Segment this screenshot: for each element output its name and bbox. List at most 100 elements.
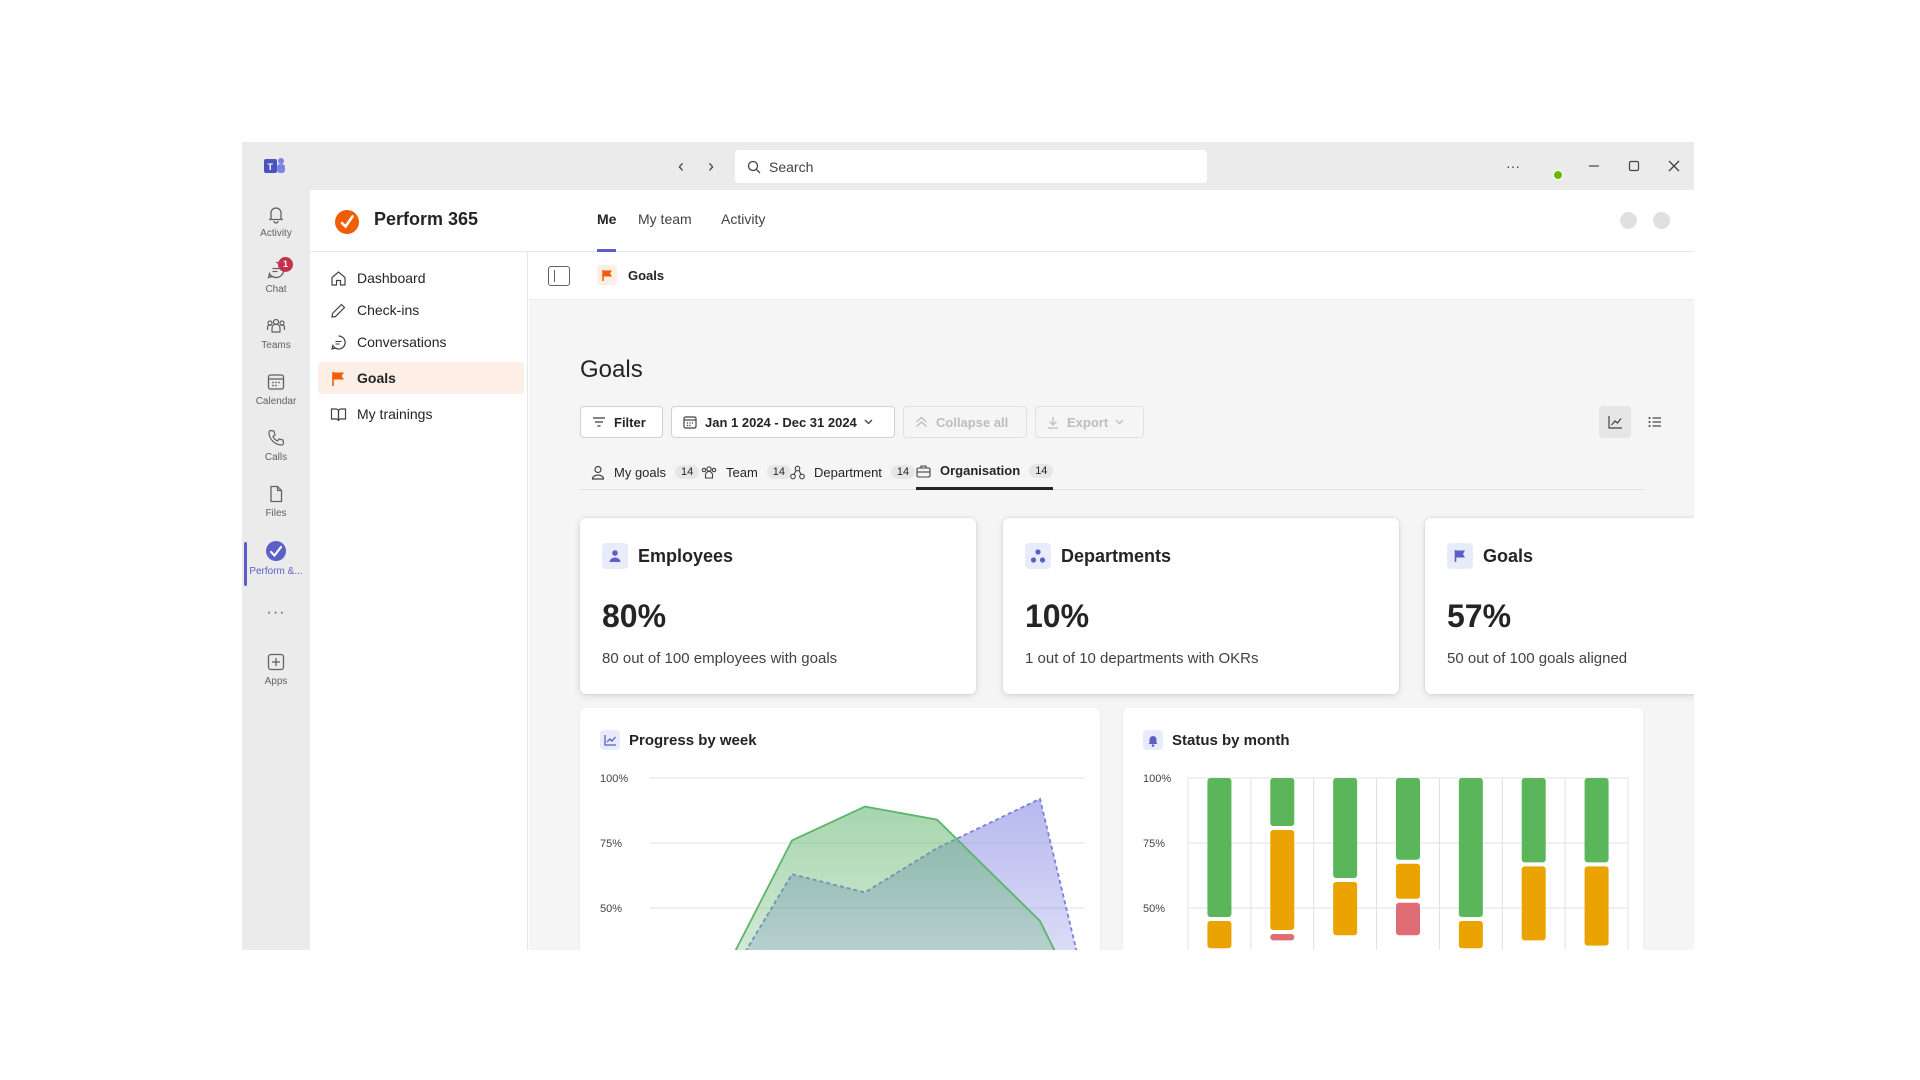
bar-segment [1396,863,1420,899]
progress-area-chart: 100% 75% 50% [600,773,1085,950]
nav-item-check-ins[interactable]: Check-ins [318,294,524,326]
rail-item-perform[interactable]: Perform &... [242,540,310,594]
card-value: 10% [1025,598,1090,634]
flag-icon [597,265,617,285]
collapse-all-button[interactable]: Collapse all [903,406,1027,438]
y-tick-label: 50% [600,903,622,915]
date-range-picker[interactable]: Jan 1 2024 - Dec 31 2024 [671,406,895,438]
toggle-panel-icon[interactable] [548,266,570,286]
title-bar: T ‹ › Search ··· [242,142,1694,190]
presence-status-dot [1553,170,1563,180]
team-icon [701,466,717,479]
tab-me[interactable]: Me [597,211,617,252]
org-icon [790,465,805,479]
app-rail: Activity 1 Chat Teams Calendar Calls Fil… [242,190,310,950]
progress-chart-card: Progress by week 100% 75% 50% [580,708,1100,950]
search-input[interactable]: Search [735,150,1207,183]
teams-logo-icon[interactable]: T [264,156,286,176]
file-icon [270,485,283,503]
calendar-icon [267,374,285,390]
tab-activity[interactable]: Activity [721,211,765,252]
perform-logo-icon [335,210,359,234]
rail-item-activity[interactable]: Activity [242,204,310,258]
rail-item-calendar[interactable]: Calendar [242,372,310,426]
rail-label: Chat [265,284,287,295]
more-options-icon[interactable]: ··· [1501,154,1525,178]
bar-segment [1207,921,1232,949]
teams-icon [266,318,286,333]
tab-label: Department [814,464,882,480]
rail-item-apps[interactable]: Apps [242,652,310,706]
app-header: Perform 365 Me My team Activity [310,190,1694,252]
nav-item-my-trainings[interactable]: My trainings [318,398,524,430]
header-action-dot[interactable] [1620,212,1637,229]
chart-view-button[interactable] [1599,406,1631,438]
bar-segment [1584,778,1609,863]
filter-icon [593,417,605,427]
nav-item-conversations[interactable]: Conversations [318,326,524,358]
chat-unread-badge: 1 [278,257,293,272]
back-arrow-icon[interactable]: ‹ [671,156,691,176]
conversation-icon [331,334,346,350]
card-subtitle: 1 out of 10 departments with OKRs [1025,650,1259,667]
rail-item-chat[interactable]: 1 Chat [242,257,310,314]
add-app-icon [267,653,285,671]
forward-arrow-icon[interactable]: › [701,156,721,176]
y-tick-label: 75% [600,838,622,850]
bar-segment [1584,866,1609,946]
nav-label: Check-ins [357,302,420,318]
tab-department[interactable]: Department 14 [790,454,916,490]
header-action-dot[interactable] [1653,212,1670,229]
tab-team[interactable]: Team 14 [701,454,792,490]
card-subtitle: 50 out of 100 goals aligned [1447,650,1628,667]
card-value: 80% [602,598,667,634]
rail-item-teams[interactable]: Teams [242,316,310,370]
chevron-down-icon [1115,419,1124,425]
bar-segment [1458,921,1483,949]
flag-icon [1447,543,1473,569]
side-nav: Dashboard Check-ins Conversations Goals … [310,252,528,950]
maximize-icon[interactable] [1622,154,1646,178]
rail-label: Teams [261,340,291,351]
export-button[interactable]: Export [1035,406,1144,438]
tab-organisation[interactable]: Organisation 14 [916,454,1054,490]
person-icon [591,465,605,480]
card-title: Departments [1061,546,1172,566]
main-content: Goals Goals Filter Jan 1 2024 - Dec 31 2… [529,252,1694,950]
search-icon [747,160,761,173]
bar-segment [1333,778,1358,878]
app-name: Perform 365 [374,209,479,229]
calendar-icon [683,416,697,429]
nav-label: Conversations [357,334,447,350]
filter-button[interactable]: Filter [580,406,663,438]
rail-item-files[interactable]: Files [242,484,310,538]
nav-label: Dashboard [357,270,426,286]
download-icon [1048,416,1058,429]
nav-item-goals[interactable]: Goals [318,362,524,394]
y-tick-label: 100% [1143,773,1171,785]
rail-item-calls[interactable]: Calls [242,428,310,482]
close-icon[interactable] [1662,154,1686,178]
kpi-card-employees: Employees 80% 80 out of 100 employees wi… [580,518,976,694]
rail-label: Perform &... [249,566,303,577]
bar-segment [1207,778,1232,917]
card-title: Employees [638,546,734,566]
tab-my-team[interactable]: My team [638,211,692,252]
minimize-icon[interactable] [1582,154,1606,178]
phone-icon [268,429,285,446]
tab-label: My goals [614,464,667,480]
tab-my-goals[interactable]: My goals 14 [591,454,700,490]
kpi-card-goals: Goals 57% 50 out of 100 goals aligned [1425,518,1694,694]
tab-label: Team [726,464,758,480]
list-view-button[interactable] [1639,406,1671,438]
collapse-all-label: Collapse all [936,414,1009,430]
nav-item-dashboard[interactable]: Dashboard [318,262,524,294]
org-icon [1025,543,1051,569]
teams-window: T ‹ › Search ··· Activity 1 Chat Teams C… [242,142,1694,950]
rail-more-icon[interactable]: ··· [242,604,310,658]
nav-label: My trainings [357,406,433,422]
goal-scope-tabs: My goals 14 Team 14 Department 14 Organi… [580,454,1644,490]
briefcase-icon [916,464,931,478]
card-title: Goals [1483,546,1534,566]
bell-icon [268,207,284,224]
